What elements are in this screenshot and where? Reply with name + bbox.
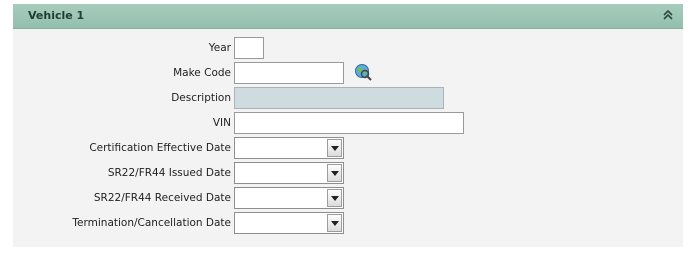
termination-date-label: Termination/Cancellation Date	[72, 217, 231, 229]
make-code-input[interactable]	[234, 62, 344, 84]
description-field	[234, 87, 444, 109]
sr22-issued-date-row: SR22/FR44 Issued Date	[13, 162, 683, 184]
make-code-label: Make Code	[173, 67, 231, 79]
termination-date-select[interactable]	[234, 212, 344, 234]
vin-row: VIN	[13, 112, 683, 134]
sr22-issued-date-label: SR22/FR44 Issued Date	[107, 167, 231, 179]
sr22-received-date-select[interactable]	[234, 187, 344, 209]
double-chevron-up-icon[interactable]	[661, 8, 675, 22]
chevron-down-icon[interactable]	[327, 189, 342, 207]
chevron-down-icon[interactable]	[327, 164, 342, 182]
vin-input[interactable]	[234, 112, 464, 134]
cert-effective-date-select[interactable]	[234, 137, 344, 159]
description-row: Description	[13, 87, 683, 109]
vin-label: VIN	[212, 117, 231, 129]
make-code-row: Make Code	[13, 62, 683, 84]
chevron-down-icon[interactable]	[327, 139, 342, 157]
year-label: Year	[208, 42, 231, 54]
cert-effective-date-label: Certification Effective Date	[89, 142, 231, 154]
year-input[interactable]	[234, 37, 264, 59]
cert-effective-date-row: Certification Effective Date	[13, 137, 683, 159]
chevron-down-icon[interactable]	[327, 214, 342, 232]
description-label: Description	[171, 92, 231, 104]
globe-search-icon[interactable]	[354, 63, 372, 81]
year-row: Year	[13, 37, 683, 59]
panel-title: Vehicle 1	[28, 9, 85, 22]
panel-header[interactable]: Vehicle 1	[13, 4, 683, 29]
sr22-received-date-row: SR22/FR44 Received Date	[13, 187, 683, 209]
vehicle-panel: Vehicle 1 Year Make Code Description VIN	[13, 4, 683, 247]
sr22-issued-date-select[interactable]	[234, 162, 344, 184]
termination-date-row: Termination/Cancellation Date	[13, 212, 683, 234]
sr22-received-date-label: SR22/FR44 Received Date	[93, 192, 231, 204]
